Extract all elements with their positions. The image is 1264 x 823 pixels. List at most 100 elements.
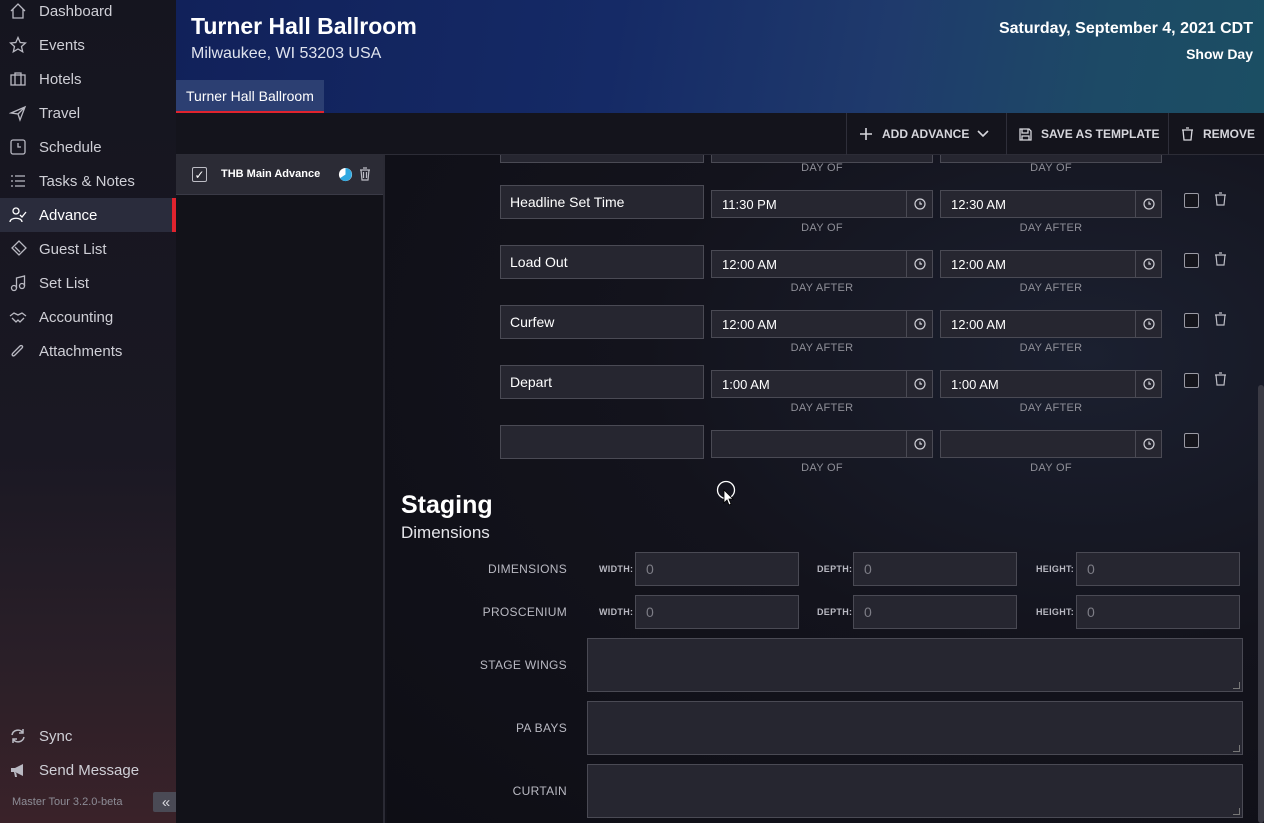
clock-icon[interactable] <box>906 311 932 337</box>
dimensions-depth-input[interactable]: 0 <box>853 552 1017 586</box>
schedule-item-name-input[interactable]: Curfew <box>500 305 704 339</box>
proscenium-depth-input[interactable]: 0 <box>853 595 1017 629</box>
start-time-value: 1:00 AM <box>722 376 770 392</box>
start-time-input[interactable]: 1:00 AM <box>711 370 933 398</box>
new-schedule-item-input[interactable] <box>500 425 704 459</box>
send-message-button[interactable]: Send Message <box>0 753 176 787</box>
start-day-label: DAY OF <box>801 462 843 474</box>
sidebar-item-set-list[interactable]: Set List <box>0 266 176 300</box>
dimensions-label: DIMENSIONS <box>487 562 567 576</box>
delete-advance-icon[interactable] <box>359 167 371 181</box>
stage-wings-textarea[interactable] <box>587 638 1243 692</box>
clock-icon[interactable] <box>906 251 932 277</box>
start-day-label: DAY OF <box>801 162 843 174</box>
end-time-input[interactable]: 1:00 AM <box>940 370 1162 398</box>
proscenium-width-input[interactable]: 0 <box>635 595 799 629</box>
end-day-label: DAY AFTER <box>1019 282 1083 294</box>
start-time-input[interactable]: 12:00 AM <box>711 310 933 338</box>
sidebar-item-accounting[interactable]: Accounting <box>0 300 176 334</box>
end-day-label: DAY AFTER <box>1019 342 1083 354</box>
sidebar-item-label: Guest List <box>39 240 107 258</box>
clock-icon[interactable] <box>906 431 932 457</box>
curtain-textarea[interactable] <box>587 764 1243 818</box>
stage-wings-label: STAGE WINGS <box>479 658 567 672</box>
music-note-icon <box>8 273 28 293</box>
clock-icon[interactable] <box>906 371 932 397</box>
clock-icon[interactable] <box>1135 431 1161 457</box>
sidebar-item-label: Set List <box>39 274 90 292</box>
app-window: Dashboard Events Hotels Travel Schedule … <box>0 0 1264 823</box>
advance-list-item[interactable]: ✓ THB Main Advance <box>176 155 383 195</box>
delete-row-icon[interactable] <box>1214 192 1227 206</box>
sidebar-item-attachments[interactable]: Attachments <box>0 334 176 368</box>
start-time-input[interactable]: 12:00 AM <box>711 250 933 278</box>
schedule-item-name-input[interactable]: Headline Set Time <box>500 185 704 219</box>
start-time-value: 12:00 AM <box>722 256 777 272</box>
proscenium-height-input[interactable]: 0 <box>1076 595 1240 629</box>
curtain-label: CURTAIN <box>512 784 567 798</box>
start-day-label: DAY AFTER <box>790 282 854 294</box>
vertical-scrollbar[interactable] <box>1258 385 1264 823</box>
person-check-icon <box>8 205 28 225</box>
clock-icon[interactable] <box>906 191 932 217</box>
add-advance-button[interactable]: ADD ADVANCE <box>846 113 1006 155</box>
sidebar-item-advance[interactable]: Advance <box>0 198 176 232</box>
delete-row-icon[interactable] <box>1214 372 1227 386</box>
delete-row-icon[interactable] <box>1214 312 1227 326</box>
end-time-input[interactable]: 12:30 AM <box>940 190 1162 218</box>
sidebar-item-label: Advance <box>39 206 98 224</box>
section-title: Staging <box>401 491 493 519</box>
sidebar-item-hotels[interactable]: Hotels <box>0 62 176 96</box>
header: Turner Hall Ballroom Milwaukee, WI 53203… <box>176 0 1264 113</box>
depth-label: DEPTH: <box>817 564 853 574</box>
schedule-row-checkbox[interactable] <box>1184 313 1199 328</box>
sidebar-item-tasks-notes[interactable]: Tasks & Notes <box>0 164 176 198</box>
start-day-label: DAY AFTER <box>790 342 854 354</box>
schedule-row-checkbox[interactable] <box>1184 253 1199 268</box>
schedule-row-checkbox[interactable] <box>1184 193 1199 208</box>
start-time-input[interactable] <box>711 430 933 458</box>
sidebar-item-label: Dashboard <box>39 2 113 20</box>
clock-icon <box>8 137 28 157</box>
end-time-input[interactable]: 12:00 AM <box>940 310 1162 338</box>
end-time-value: 12:00 AM <box>951 316 1006 332</box>
schedule-row-checkbox[interactable] <box>1184 373 1199 388</box>
schedule-item-name-input[interactable] <box>500 155 704 163</box>
end-time-input[interactable]: 12:00 AM <box>940 250 1162 278</box>
clock-icon[interactable] <box>1135 311 1161 337</box>
sidebar-item-schedule[interactable]: Schedule <box>0 130 176 164</box>
start-time-input[interactable]: 11:30 PM <box>711 190 933 218</box>
clock-icon[interactable] <box>1135 191 1161 217</box>
schedule-item-name-input[interactable]: Load Out <box>500 245 704 279</box>
end-time-input[interactable] <box>940 430 1162 458</box>
plane-icon <box>8 103 28 123</box>
remove-button[interactable]: REMOVE <box>1168 113 1264 155</box>
dimensions-height-input[interactable]: 0 <box>1076 552 1240 586</box>
schedule-row-checkbox[interactable] <box>1184 433 1199 448</box>
clock-icon[interactable] <box>1135 371 1161 397</box>
sync-button[interactable]: Sync <box>0 719 176 753</box>
width-label: WIDTH: <box>599 607 634 617</box>
pa-bays-textarea[interactable] <box>587 701 1243 755</box>
sidebar-item-events[interactable]: Events <box>0 28 176 62</box>
sidebar-item-dashboard[interactable]: Dashboard <box>0 0 176 28</box>
delete-row-icon[interactable] <box>1214 252 1227 266</box>
progress-pie-icon <box>338 167 353 182</box>
pa-bays-label: PA BAYS <box>515 721 567 735</box>
advance-item-checkbox[interactable]: ✓ <box>192 167 207 182</box>
clock-icon[interactable] <box>1135 251 1161 277</box>
sidebar-item-label: Events <box>39 36 85 54</box>
sidebar-item-label: Travel <box>39 104 81 122</box>
advance-item-name: THB Main Advance <box>221 168 321 180</box>
schedule-item-name-input[interactable]: Depart <box>500 365 704 399</box>
height-label: HEIGHT: <box>1036 607 1075 617</box>
ticket-icon <box>8 239 28 259</box>
sidebar-item-travel[interactable]: Travel <box>0 96 176 130</box>
sidebar-item-guest-list[interactable]: Guest List <box>0 232 176 266</box>
end-time-value: 1:00 AM <box>951 376 999 392</box>
dimensions-width-input[interactable]: 0 <box>635 552 799 586</box>
end-time-value: 12:30 AM <box>951 196 1006 212</box>
save-as-template-button[interactable]: SAVE AS TEMPLATE <box>1006 113 1168 155</box>
tab-venue[interactable]: Turner Hall Ballroom <box>176 80 324 113</box>
advance-list-panel: ✓ THB Main Advance <box>176 155 385 823</box>
